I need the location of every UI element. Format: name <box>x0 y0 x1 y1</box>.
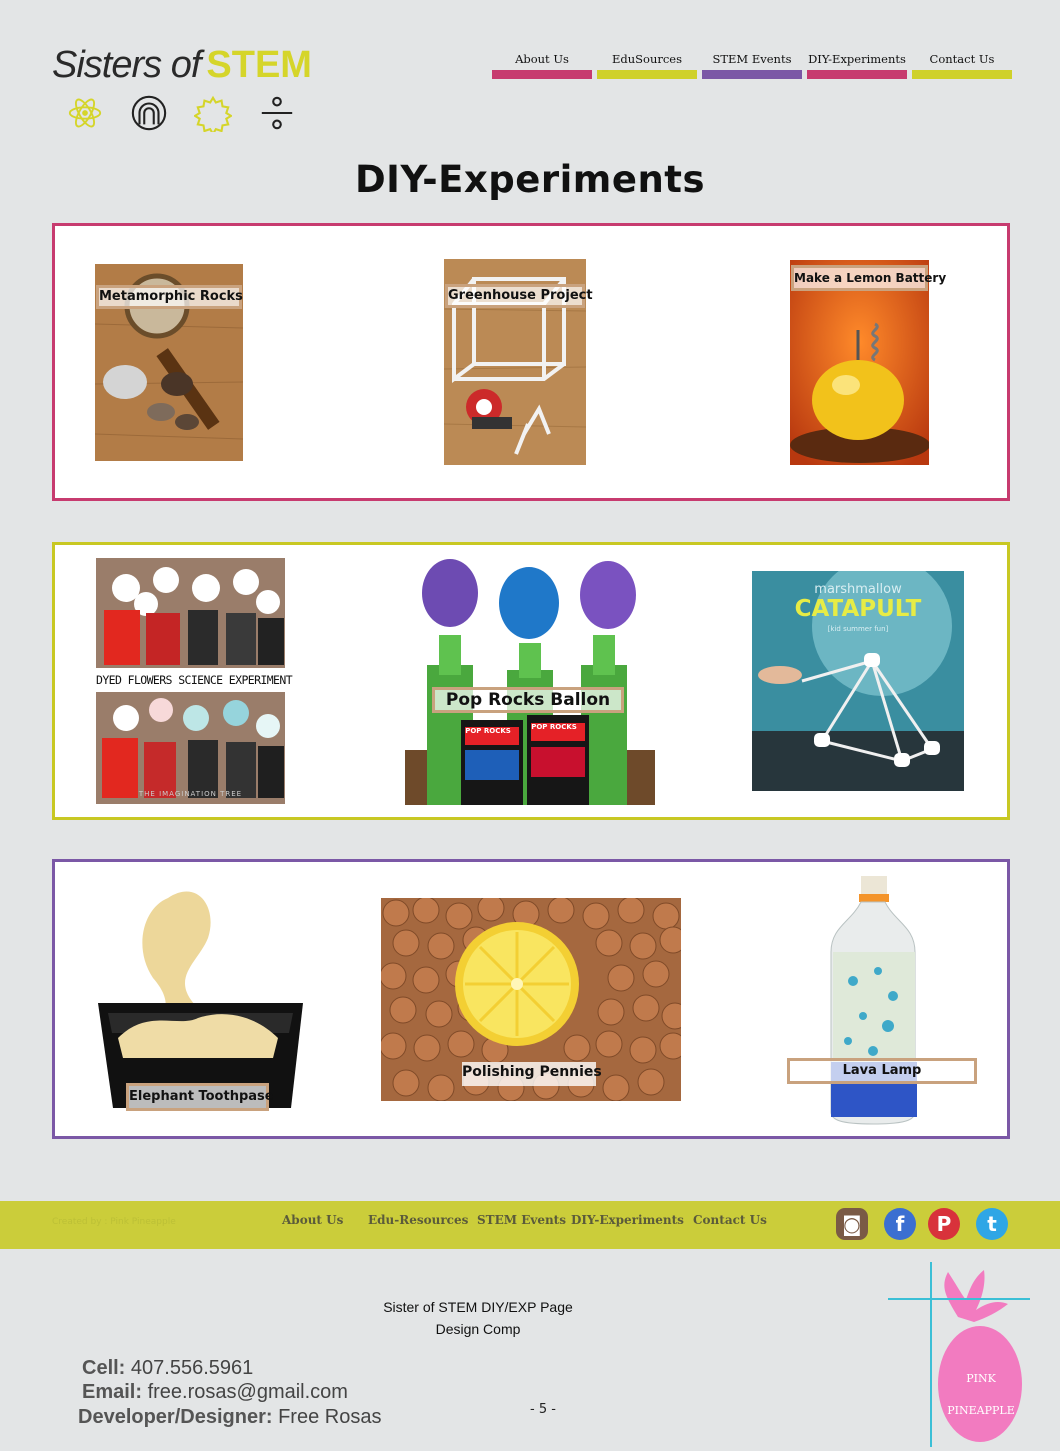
comp-line-1: Sister of STEM DIY/EXP Page <box>383 1299 573 1315</box>
logo-text-prefix: Sisters of <box>52 44 201 86</box>
caption-elephant-toothpaste[interactable]: Elephant Toothpase <box>126 1083 274 1111</box>
email-label: Email: <box>82 1381 143 1403</box>
comp-line-2: Design Comp <box>435 1321 521 1337</box>
catapult-heading-small: marshmallow <box>814 582 902 597</box>
footer-nav-diy-experiments[interactable]: DIY-Experiments <box>571 1213 684 1227</box>
main-nav: About Us EduSources STEM Events DIY-Expe… <box>492 50 1012 79</box>
caption-dyed-flowers[interactable]: DYED FLOWERS SCIENCE EXPERIMENT <box>96 670 293 690</box>
page-number: - 5 - <box>530 1402 556 1417</box>
nav-label: EduSources <box>611 52 683 66</box>
design-comp-title: Sister of STEM DIY/EXP Page Design Comp <box>0 1296 956 1340</box>
pineapple-logo-line-1: PINK <box>966 1372 996 1385</box>
caption-lemon-battery[interactable]: Make a Lemon Battery <box>791 265 946 291</box>
nav-underline <box>912 70 1012 79</box>
nav-underline <box>807 70 907 79</box>
nav-stem-events[interactable]: STEM Events <box>702 50 802 79</box>
nav-underline <box>597 70 697 79</box>
image-watermark: THE IMAGINATION TREE <box>138 790 243 798</box>
contact-developer: Developer/Designer: Free Rosas <box>78 1406 381 1429</box>
logo-text-accent: STEM <box>206 44 312 86</box>
page-title: DIY-Experiments <box>354 158 706 201</box>
lava-lamp-image[interactable] <box>823 876 923 1126</box>
developer-value: Free Rosas <box>278 1406 382 1428</box>
nav-edusources[interactable]: EduSources <box>597 50 697 79</box>
catapult-subheading: [kid summer fun] <box>827 625 889 633</box>
pineapple-icon <box>888 1262 1030 1447</box>
fingerprint-icon <box>131 95 167 131</box>
twitter-icon[interactable]: t <box>976 1208 1008 1240</box>
contact-email: Email: free.rosas@gmail.com <box>82 1381 348 1404</box>
atom-icon <box>68 98 102 128</box>
footer-nav-stem-events[interactable]: STEM Events <box>477 1213 566 1227</box>
nav-contact-us[interactable]: Contact Us <box>912 50 1012 79</box>
footer-nav-contact-us[interactable]: Contact Us <box>693 1213 767 1227</box>
pack-label-blue: POP ROCKS <box>465 727 511 735</box>
pop-rocks-balloon-image[interactable] <box>405 555 655 805</box>
nav-label: Contact Us <box>929 52 995 66</box>
footer-nav-about-us[interactable]: About Us <box>282 1213 343 1227</box>
contact-cell: Cell: 407.556.5961 <box>82 1357 253 1380</box>
pack-label-red: POP ROCKS <box>531 723 577 731</box>
nav-label: STEM Events <box>712 52 792 66</box>
email-value: free.rosas@gmail.com <box>147 1381 348 1403</box>
pink-pineapple-logo: PINK PINEAPPLE <box>888 1262 1038 1447</box>
facebook-icon[interactable]: f <box>884 1208 916 1240</box>
pinterest-icon[interactable]: P <box>928 1208 960 1240</box>
divide-icon <box>261 96 293 130</box>
site-logo[interactable]: Sisters of STEM <box>52 44 312 87</box>
catapult-heading: CATAPULT <box>794 596 922 622</box>
nav-diy-experiments[interactable]: DIY-Experiments <box>807 50 907 79</box>
nav-underline <box>492 70 592 79</box>
cell-value: 407.556.5961 <box>130 1357 254 1379</box>
caption-lava-lamp[interactable]: Lava Lamp <box>787 1058 977 1084</box>
logo-icon-row <box>66 94 296 132</box>
caption-pop-rocks-balloon[interactable]: Pop Rocks Ballon <box>432 687 624 713</box>
instagram-icon[interactable]: ◙ <box>836 1208 868 1240</box>
caption-greenhouse-project[interactable]: Greenhouse Project <box>445 284 593 308</box>
caption-metamorphic-rocks[interactable]: Metamorphic Rocks <box>96 285 243 309</box>
caption-polishing-pennies[interactable]: Polishing Pennies <box>462 1062 602 1086</box>
footer-nav-edu-resources[interactable]: Edu-Resources <box>368 1213 468 1227</box>
nav-underline <box>702 70 802 79</box>
developer-label: Developer/Designer: <box>78 1406 273 1428</box>
nav-label: About Us <box>515 52 569 66</box>
nav-label: DIY-Experiments <box>808 52 906 66</box>
footer-credit: Created by : Pink Pineapple <box>52 1217 176 1227</box>
nav-about-us[interactable]: About Us <box>492 50 592 79</box>
pineapple-logo-line-2: PINEAPPLE <box>947 1404 1015 1417</box>
cell-label: Cell: <box>82 1357 126 1379</box>
gear-icon <box>194 95 232 132</box>
